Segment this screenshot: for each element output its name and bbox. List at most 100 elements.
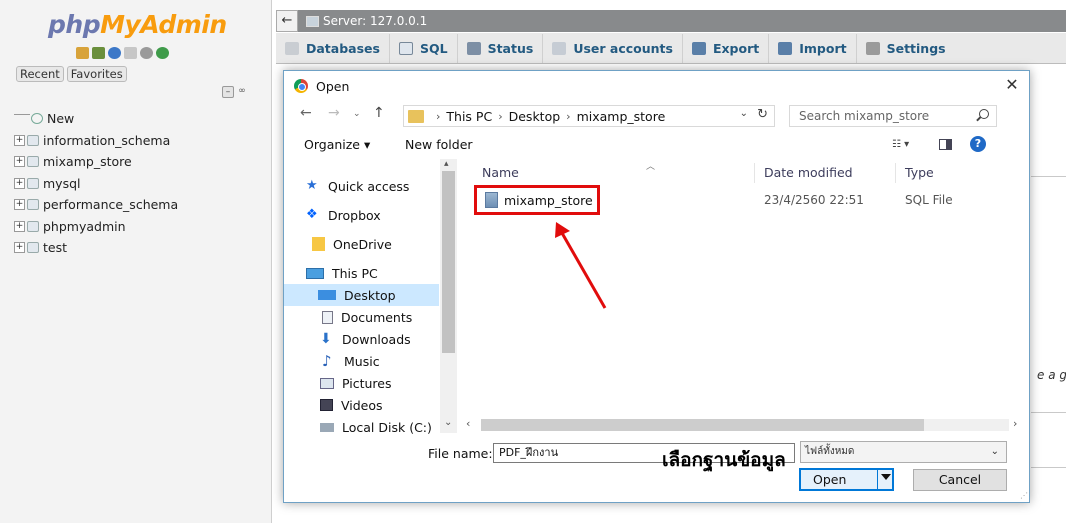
file-type-select[interactable]: ไฟล์ทั้งหมด ⌄ bbox=[800, 441, 1007, 463]
tab-sql[interactable]: SQL bbox=[390, 33, 458, 63]
forward-arrow-icon[interactable]: → bbox=[328, 105, 340, 121]
column-header-type[interactable]: Type bbox=[905, 165, 934, 180]
expand-icon[interactable]: + bbox=[14, 134, 25, 146]
expand-icon[interactable]: + bbox=[14, 199, 25, 211]
expand-icon[interactable]: + bbox=[14, 242, 25, 254]
scroll-down-icon[interactable]: ⌄ bbox=[444, 417, 452, 428]
nav-item-onedrive[interactable]: OneDrive bbox=[284, 233, 439, 255]
recent-locations-chevron-icon[interactable]: ⌄ bbox=[353, 109, 361, 119]
help-icon[interactable]: ? bbox=[970, 136, 986, 152]
file-list-horizontal-scrollbar[interactable]: ⌄ ‹ › bbox=[284, 416, 1029, 433]
database-tree: New + information_schema + mixamp_store + m… bbox=[14, 108, 178, 259]
favorites-tab[interactable]: Favorites bbox=[66, 66, 127, 82]
help-icon[interactable] bbox=[108, 47, 121, 59]
open-dropdown-arrow-icon[interactable] bbox=[881, 474, 891, 480]
home-icon[interactable] bbox=[76, 47, 89, 59]
tree-item-mixamp-store[interactable]: + mixamp_store bbox=[14, 151, 178, 173]
tab-status[interactable]: Status bbox=[458, 33, 544, 63]
pma-logo[interactable]: phpMyAdmin bbox=[48, 10, 227, 39]
scroll-left-icon[interactable]: ‹ bbox=[466, 417, 470, 430]
music-icon: ♪ bbox=[322, 352, 332, 370]
star-icon: ★ bbox=[306, 178, 318, 193]
expand-icon[interactable]: + bbox=[14, 220, 25, 232]
new-folder-button[interactable]: New folder bbox=[405, 137, 473, 152]
file-name-label: File name: bbox=[428, 446, 493, 461]
address-path[interactable]: › This PC › Desktop › mixamp_store ⌄ ↻ bbox=[403, 105, 775, 127]
folder-icon bbox=[312, 237, 325, 251]
pictures-icon bbox=[320, 377, 334, 389]
scroll-right-icon[interactable]: › bbox=[1013, 417, 1017, 430]
search-input[interactable]: Search mixamp_store bbox=[789, 105, 997, 127]
cancel-button[interactable]: Cancel bbox=[913, 469, 1007, 491]
nav-item-pictures[interactable]: Pictures bbox=[284, 372, 439, 394]
scroll-up-icon[interactable]: ▴ bbox=[444, 159, 449, 169]
organize-button[interactable]: Organize ▾ bbox=[304, 137, 370, 152]
tab-import[interactable]: Import bbox=[769, 33, 857, 63]
horizontal-scroll-thumb[interactable] bbox=[481, 419, 924, 431]
nav-item-downloads[interactable]: ⬇ Downloads bbox=[284, 328, 439, 350]
column-divider[interactable] bbox=[754, 163, 755, 183]
tab-export[interactable]: Export bbox=[683, 33, 770, 63]
tree-item-mysql[interactable]: + mysql bbox=[14, 173, 178, 195]
documents-icon bbox=[322, 310, 333, 324]
nav-pane-scroll-thumb[interactable] bbox=[442, 171, 455, 353]
docs-icon[interactable] bbox=[124, 47, 137, 59]
nav-pane-scrollbar[interactable]: ▴ bbox=[440, 159, 457, 433]
breadcrumb-desktop[interactable]: Desktop bbox=[509, 109, 561, 124]
collapse-all-icon[interactable]: – bbox=[222, 86, 234, 98]
collapse-nav-button[interactable]: ← bbox=[276, 10, 298, 32]
tree-item-information-schema[interactable]: + information_schema bbox=[14, 130, 178, 152]
file-name-cell[interactable]: mixamp_store bbox=[474, 185, 600, 215]
tree-item-label: information_schema bbox=[43, 132, 171, 148]
column-header-name[interactable]: Name bbox=[482, 165, 519, 180]
nav-item-this-pc[interactable]: This PC bbox=[284, 262, 439, 284]
tree-item-label: phpmyadmin bbox=[43, 218, 126, 234]
nav-item-dropbox[interactable]: ❖ Dropbox bbox=[284, 204, 439, 226]
tab-databases[interactable]: Databases bbox=[276, 33, 390, 63]
nav-item-quick-access[interactable]: ★ Quick access bbox=[284, 175, 439, 197]
change-view-icon[interactable]: ☷ ▾ bbox=[892, 139, 918, 150]
nav-item-documents[interactable]: Documents bbox=[284, 306, 439, 328]
chevron-down-icon[interactable]: ⌄ bbox=[740, 108, 748, 119]
nav-item-videos[interactable]: Videos bbox=[284, 394, 439, 416]
tree-item-performance-schema[interactable]: + performance_schema bbox=[14, 194, 178, 216]
column-divider[interactable] bbox=[895, 163, 896, 183]
up-arrow-icon[interactable]: ↑ bbox=[373, 105, 385, 121]
expand-icon[interactable]: + bbox=[14, 156, 25, 168]
gear-icon[interactable] bbox=[140, 47, 153, 59]
column-header-date-modified[interactable]: Date modified bbox=[764, 165, 853, 180]
link-icon[interactable]: ∞ bbox=[236, 86, 248, 98]
search-icon[interactable] bbox=[979, 109, 989, 119]
breadcrumb-chevron-icon[interactable]: › bbox=[436, 110, 440, 123]
back-arrow-icon[interactable]: ← bbox=[300, 105, 312, 121]
reload-icon[interactable] bbox=[156, 47, 169, 59]
nav-item-music[interactable]: ♪ Music bbox=[284, 350, 439, 372]
file-row-mixamp-store[interactable]: mixamp_store 23/4/2560 22:51 SQL File bbox=[474, 185, 1014, 215]
tab-settings[interactable]: Settings bbox=[857, 34, 955, 63]
tree-item-label: New bbox=[47, 111, 75, 127]
tab-user-accounts[interactable]: User accounts bbox=[543, 33, 683, 63]
tree-item-test[interactable]: + test bbox=[14, 237, 178, 259]
open-button[interactable]: Open bbox=[799, 468, 894, 491]
dialog-titlebar[interactable]: Open ✕ bbox=[284, 71, 1029, 101]
breadcrumb-this-pc[interactable]: This PC bbox=[446, 109, 492, 124]
resize-grip-icon[interactable]: ⋰ bbox=[1020, 491, 1028, 500]
database-icon bbox=[27, 134, 39, 146]
close-icon[interactable]: ✕ bbox=[1003, 76, 1021, 94]
preview-pane-icon[interactable] bbox=[939, 139, 952, 150]
nav-item-desktop[interactable]: Desktop bbox=[284, 284, 439, 306]
server-title[interactable]: Server: 127.0.0.1 bbox=[323, 14, 427, 28]
tree-item-phpmyadmin[interactable]: + phpmyadmin bbox=[14, 216, 178, 238]
logout-icon[interactable] bbox=[92, 47, 105, 59]
breadcrumb-mixamp-store[interactable]: mixamp_store bbox=[577, 109, 666, 124]
recent-tab[interactable]: Recent bbox=[16, 66, 64, 82]
tree-item-new[interactable]: New bbox=[14, 108, 178, 130]
file-name-input[interactable]: PDF_ฝึกงาน bbox=[493, 443, 795, 463]
refresh-icon[interactable]: ↻ bbox=[757, 107, 768, 122]
database-icon bbox=[27, 242, 39, 254]
dialog-title: Open bbox=[316, 78, 350, 94]
breadcrumb-chevron-icon[interactable]: › bbox=[498, 110, 502, 123]
expand-icon[interactable]: + bbox=[14, 177, 25, 189]
database-icon bbox=[27, 177, 39, 189]
breadcrumb-chevron-icon[interactable]: › bbox=[566, 110, 570, 123]
